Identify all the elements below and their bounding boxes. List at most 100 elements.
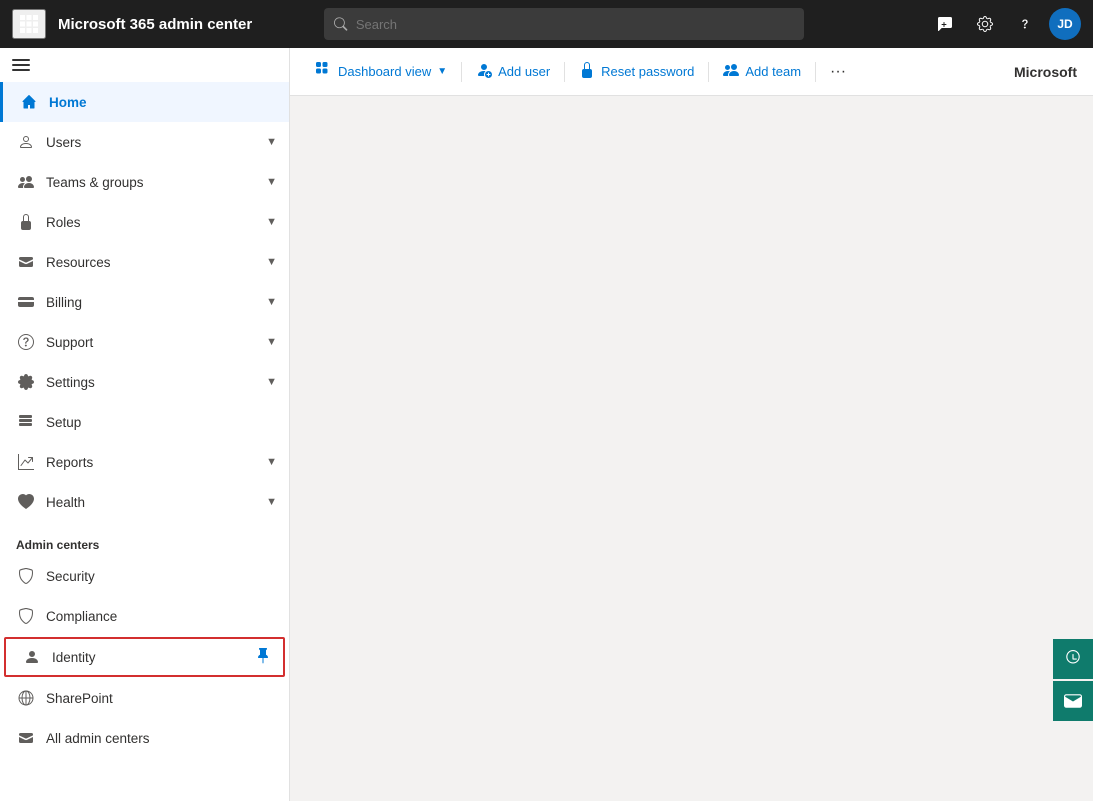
sidebar-item-home-label: Home (49, 95, 277, 110)
sidebar-item-users-label: Users (46, 135, 266, 150)
support-icon (16, 334, 36, 350)
toolbar-separator-2 (564, 62, 565, 82)
sidebar-item-reports-label: Reports (46, 455, 266, 470)
floating-message-button[interactable] (1053, 681, 1093, 721)
add-team-icon (723, 62, 739, 81)
sharepoint-icon (16, 690, 36, 706)
toolbar: Dashboard view ▼ Add user Reset password (290, 48, 1093, 96)
reports-icon (16, 454, 36, 470)
search-bar (324, 8, 804, 40)
roles-chevron-icon: ▼ (266, 216, 277, 228)
search-input[interactable] (356, 17, 795, 32)
search-icon (334, 17, 347, 31)
dashboard-view-icon (316, 62, 332, 81)
sidebar-item-health[interactable]: Health ▼ (0, 482, 289, 522)
sidebar-item-compliance[interactable]: Compliance (0, 596, 289, 636)
sidebar: Home Users ▼ Teams & groups ▼ (0, 48, 290, 801)
toolbar-separator-3 (708, 62, 709, 82)
sidebar-item-health-label: Health (46, 495, 266, 510)
sidebar-item-resources[interactable]: Resources ▼ (0, 242, 289, 282)
health-icon (16, 494, 36, 510)
roles-icon (16, 214, 36, 230)
help-icon-button[interactable] (1009, 8, 1041, 40)
sidebar-item-identity-label: Identity (52, 650, 251, 665)
main-content: Dashboard view ▼ Add user Reset password (290, 48, 1093, 801)
reset-password-label: Reset password (601, 64, 694, 79)
dashboard-view-chevron-icon: ▼ (437, 66, 447, 77)
sidebar-item-identity[interactable]: Identity (4, 637, 285, 677)
teams-groups-icon (16, 174, 36, 190)
settings-icon-button[interactable] (969, 8, 1001, 40)
sidebar-item-compliance-label: Compliance (46, 609, 277, 624)
sidebar-item-all-admin-centers[interactable]: All admin centers (0, 718, 289, 758)
sidebar-item-billing[interactable]: Billing ▼ (0, 282, 289, 322)
add-team-button[interactable]: Add team (713, 56, 811, 88)
resources-chevron-icon: ▼ (266, 256, 277, 268)
sidebar-item-settings-label: Settings (46, 375, 266, 390)
security-icon (16, 568, 36, 584)
sidebar-item-home[interactable]: Home (0, 82, 289, 122)
health-chevron-icon: ▼ (266, 496, 277, 508)
topbar-actions: JD (929, 8, 1081, 40)
more-options-button[interactable]: ··· (820, 56, 856, 88)
add-user-label: Add user (498, 64, 550, 79)
sidebar-item-roles[interactable]: Roles ▼ (0, 202, 289, 242)
users-icon (16, 134, 36, 150)
compliance-icon (16, 608, 36, 624)
add-user-icon (476, 62, 492, 81)
main-layout: Home Users ▼ Teams & groups ▼ (0, 48, 1093, 801)
app-title: Microsoft 365 admin center (58, 16, 252, 33)
sidebar-item-teams-groups[interactable]: Teams & groups ▼ (0, 162, 289, 202)
identity-icon (22, 649, 42, 665)
sidebar-item-support[interactable]: Support ▼ (0, 322, 289, 362)
users-chevron-icon: ▼ (266, 136, 277, 148)
support-chevron-icon: ▼ (266, 336, 277, 348)
dashboard-view-button[interactable]: Dashboard view ▼ (306, 56, 457, 88)
teams-groups-chevron-icon: ▼ (266, 176, 277, 188)
home-icon (19, 94, 39, 110)
billing-chevron-icon: ▼ (266, 296, 277, 308)
sidebar-item-teams-groups-label: Teams & groups (46, 175, 266, 190)
add-user-button[interactable]: Add user (466, 56, 560, 88)
user-avatar[interactable]: JD (1049, 8, 1081, 40)
topbar: Microsoft 365 admin center JD (0, 0, 1093, 48)
reset-password-button[interactable]: Reset password (569, 56, 704, 88)
add-team-label: Add team (745, 64, 801, 79)
sidebar-item-reports[interactable]: Reports ▼ (0, 442, 289, 482)
admin-centers-header: Admin centers (0, 522, 289, 556)
content-area (290, 96, 1093, 801)
sidebar-item-users[interactable]: Users ▼ (0, 122, 289, 162)
reset-password-icon (579, 62, 595, 81)
feedback-icon-button[interactable] (929, 8, 961, 40)
sidebar-item-billing-label: Billing (46, 295, 266, 310)
sidebar-item-security-label: Security (46, 569, 277, 584)
sidebar-item-all-admin-centers-label: All admin centers (46, 731, 277, 746)
toolbar-separator-1 (461, 62, 462, 82)
settings-nav-icon (16, 374, 36, 390)
reports-chevron-icon: ▼ (266, 456, 277, 468)
settings-chevron-icon: ▼ (266, 376, 277, 388)
sidebar-item-support-label: Support (46, 335, 266, 350)
sidebar-scroll: Home Users ▼ Teams & groups ▼ (0, 48, 289, 801)
sidebar-item-roles-label: Roles (46, 215, 266, 230)
floating-chat-button[interactable] (1053, 639, 1093, 679)
sidebar-item-setup-label: Setup (46, 415, 277, 430)
sidebar-item-sharepoint-label: SharePoint (46, 691, 277, 706)
sidebar-item-resources-label: Resources (46, 255, 266, 270)
setup-icon (16, 414, 36, 430)
resources-icon (16, 254, 36, 270)
toolbar-separator-4 (815, 62, 816, 82)
billing-icon (16, 294, 36, 310)
sidebar-item-setup[interactable]: Setup (0, 402, 289, 442)
identity-pin-icon (255, 648, 271, 667)
sidebar-item-settings[interactable]: Settings ▼ (0, 362, 289, 402)
waffle-menu-button[interactable] (12, 9, 46, 39)
sidebar-toggle-button[interactable] (0, 48, 42, 82)
sidebar-item-sharepoint[interactable]: SharePoint (0, 678, 289, 718)
all-admin-centers-icon (16, 730, 36, 746)
floating-buttons (1053, 639, 1093, 721)
sidebar-item-security[interactable]: Security (0, 556, 289, 596)
toolbar-brand: Microsoft (1014, 64, 1077, 80)
more-options-icon: ··· (830, 63, 846, 81)
dashboard-view-label: Dashboard view (338, 64, 431, 79)
